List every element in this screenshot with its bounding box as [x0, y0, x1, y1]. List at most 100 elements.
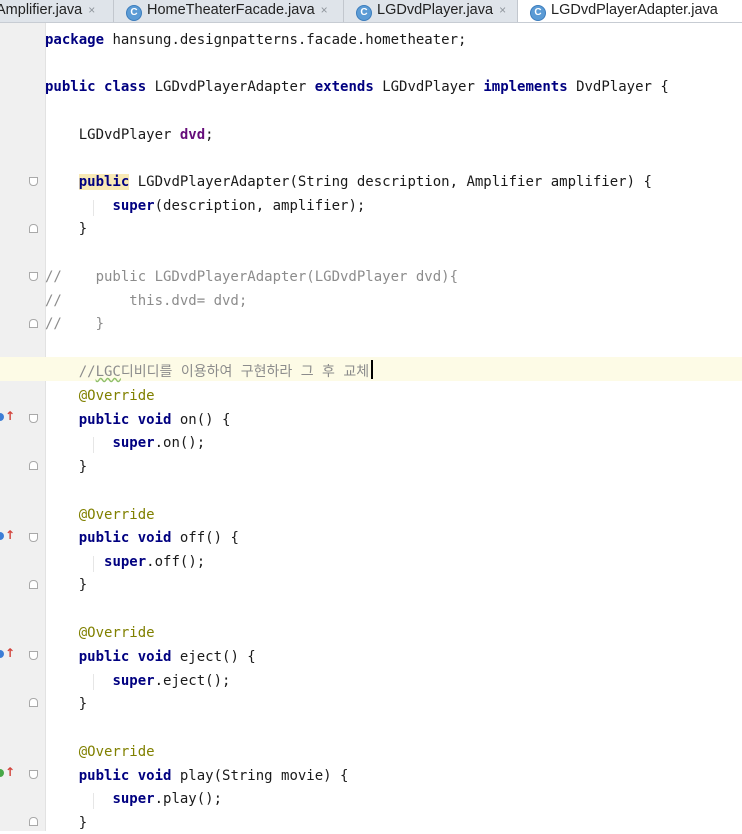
comment-prefix: // — [78, 364, 96, 380]
comment-text: // public LGDvdPlayerAdapter(LGDvdPlayer… — [45, 269, 459, 285]
code-line-close-brace[interactable]: } — [45, 693, 87, 715]
method-signature: off() { — [171, 530, 239, 546]
code-line-close-brace[interactable]: } — [45, 218, 87, 240]
brace: } — [78, 459, 88, 475]
method-signature: eject() { — [171, 649, 256, 665]
code-line-close-brace[interactable]: } — [45, 574, 87, 596]
keyword: public void — [78, 412, 172, 428]
keyword: extends — [314, 79, 374, 95]
annotation: @Override — [78, 625, 155, 641]
code-line-ctor[interactable]: public LGDvdPlayerAdapter(String descrip… — [45, 171, 652, 193]
interface-name: DvdPlayer { — [567, 79, 669, 95]
keyword: implements — [483, 79, 568, 95]
ctor-signature: LGDvdPlayerAdapter(String description, A… — [129, 174, 652, 190]
code-line-class-decl[interactable]: public class LGDvdPlayerAdapter extends … — [45, 76, 669, 98]
code-line-call[interactable]: super.on(); — [45, 432, 205, 454]
keyword: class — [104, 79, 147, 95]
fold-marker[interactable] — [29, 817, 38, 826]
class-icon: C — [126, 5, 142, 21]
keyword: super — [104, 554, 147, 570]
keyword: public — [45, 79, 96, 95]
package-name: hansung.designpatterns.facade.hometheate… — [104, 32, 467, 48]
method-call: .play(); — [154, 791, 223, 807]
fold-marker[interactable] — [29, 224, 38, 233]
fold-marker[interactable] — [29, 651, 38, 660]
class-icon: C — [356, 5, 372, 21]
annotation: @Override — [78, 507, 155, 523]
code-line-annotation[interactable]: @Override — [45, 741, 155, 763]
tab-lg-dvd-player-adapter[interactable]: C LGDvdPlayerAdapter.java — [518, 0, 742, 22]
code-line-call[interactable]: super.eject(); — [45, 670, 230, 692]
fold-marker[interactable] — [29, 272, 38, 281]
code-line-method-eject[interactable]: public void eject() { — [45, 646, 256, 668]
tab-label: Amplifier.java — [0, 2, 83, 18]
code-line-annotation[interactable]: @Override — [45, 385, 155, 407]
override-method-icon[interactable]: ↑ — [0, 529, 15, 543]
keyword: public void — [78, 530, 172, 546]
code-line-method-play[interactable]: public void play(String movie) { — [45, 765, 349, 787]
brace: } — [78, 815, 88, 831]
fold-marker[interactable] — [29, 177, 38, 186]
override-method-icon[interactable]: ↑ — [0, 647, 15, 661]
keyword: public — [78, 174, 130, 190]
fold-marker[interactable] — [29, 414, 38, 423]
tab-label: HomeTheaterFacade.java — [147, 2, 315, 18]
code-line-super-call[interactable]: super(description, amplifier); — [45, 195, 365, 217]
tab-label: LGDvdPlayerAdapter.java — [551, 2, 718, 18]
class-name: LGDvdPlayerAdapter — [146, 79, 315, 95]
close-icon[interactable]: × — [88, 3, 95, 17]
base-class: LGDvdPlayer — [373, 79, 484, 95]
keyword: public void — [78, 768, 172, 784]
comment-text: 디비디를 이용하여 구현하라 그 후 교체 — [120, 364, 370, 380]
close-icon[interactable]: × — [321, 3, 328, 17]
fold-marker[interactable] — [29, 698, 38, 707]
text-cursor — [371, 360, 373, 379]
code-line-method-on[interactable]: public void on() { — [45, 409, 231, 431]
field-name: dvd — [179, 127, 206, 143]
editor-gutter[interactable] — [0, 23, 46, 831]
method-call: .on(); — [154, 435, 206, 451]
code-line-close-brace[interactable]: } — [45, 456, 87, 478]
fold-marker[interactable] — [29, 461, 38, 470]
code-line-comment[interactable]: // } — [45, 313, 104, 335]
class-icon: C — [530, 5, 546, 21]
close-icon[interactable]: × — [499, 3, 506, 17]
code-line-package[interactable]: package hansung.designpatterns.facade.ho… — [45, 29, 466, 51]
keyword: public void — [78, 649, 172, 665]
fold-marker[interactable] — [29, 533, 38, 542]
fold-marker[interactable] — [29, 770, 38, 779]
tab-lg-dvd-player[interactable]: C LGDvdPlayer.java × — [344, 0, 518, 22]
keyword: super — [112, 791, 155, 807]
method-signature: on() { — [171, 412, 231, 428]
tab-label: LGDvdPlayer.java — [377, 2, 494, 18]
code-line-field[interactable]: LGDvdPlayer dvd; — [45, 124, 214, 146]
code-line-todo-comment[interactable]: //LGC디비디를 이용하여 구현하라 그 후 교체 — [45, 361, 369, 383]
keyword: super — [112, 435, 155, 451]
code-line-method-off[interactable]: public void off() { — [45, 527, 239, 549]
spellcheck-word: LGC — [95, 364, 121, 380]
method-call: .eject(); — [154, 673, 231, 689]
keyword: super — [112, 673, 155, 689]
implement-method-icon[interactable]: ↑ — [0, 766, 15, 780]
keyword: super — [112, 198, 155, 214]
code-line-comment[interactable]: // this.dvd= dvd; — [45, 290, 247, 312]
annotation: @Override — [78, 744, 155, 760]
code-line-call[interactable]: super.play(); — [45, 788, 222, 810]
brace: } — [78, 577, 88, 593]
brace: } — [78, 221, 88, 237]
tab-amplifier[interactable]: Amplifier.java × — [0, 0, 114, 22]
comment-text: // } — [45, 316, 105, 332]
fold-marker[interactable] — [29, 580, 38, 589]
method-signature: play(String movie) { — [171, 768, 349, 784]
code-line-annotation[interactable]: @Override — [45, 622, 155, 644]
annotation: @Override — [78, 388, 155, 404]
editor-tab-bar: Amplifier.java × C HomeTheaterFacade.java ×… — [0, 0, 742, 23]
code-line-call[interactable]: super.off(); — [45, 551, 205, 573]
tab-home-theater-facade[interactable]: C HomeTheaterFacade.java × — [114, 0, 344, 22]
field-type: LGDvdPlayer — [78, 127, 180, 143]
code-line-comment[interactable]: // public LGDvdPlayerAdapter(LGDvdPlayer… — [45, 266, 458, 288]
brace: } — [78, 696, 88, 712]
override-method-icon[interactable]: ↑ — [0, 410, 15, 424]
fold-marker[interactable] — [29, 319, 38, 328]
code-line-annotation[interactable]: @Override — [45, 504, 155, 526]
